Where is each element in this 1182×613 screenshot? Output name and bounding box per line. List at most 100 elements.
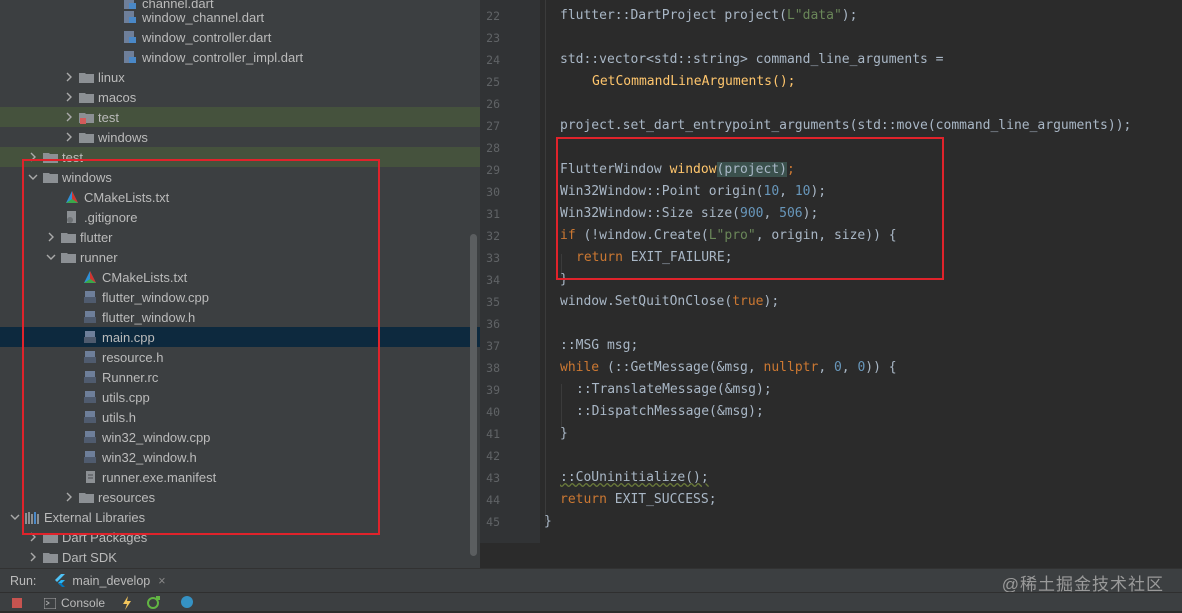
tree-item-flutter-window-cpp[interactable]: flutter_window.cpp bbox=[0, 287, 480, 307]
code-line-43: ::CoUninitialize(); bbox=[560, 470, 709, 485]
chevron-down-icon[interactable] bbox=[46, 252, 56, 262]
line-number: 41 bbox=[486, 427, 500, 441]
tree-item-label: window_controller.dart bbox=[142, 29, 272, 45]
folder-icon bbox=[78, 69, 94, 85]
tree-item-label: linux bbox=[98, 69, 125, 85]
line-number: 35 bbox=[486, 295, 500, 309]
tree-item-dart-sdk[interactable]: Dart SDK bbox=[0, 547, 480, 567]
chevron-right-icon[interactable] bbox=[28, 552, 38, 562]
line-number: 30 bbox=[486, 185, 500, 199]
chevron-right-icon[interactable] bbox=[46, 232, 56, 242]
code-line-25: GetCommandLineArguments(); bbox=[592, 74, 796, 89]
chevron-right-icon[interactable] bbox=[28, 532, 38, 542]
tree-item-window-controller-dart[interactable]: window_controller.dart bbox=[0, 27, 480, 47]
tree-item-label: test bbox=[98, 109, 119, 125]
chevron-right-icon[interactable] bbox=[28, 152, 38, 162]
chevron-right-icon[interactable] bbox=[64, 72, 74, 82]
tree-item-linux[interactable]: linux bbox=[0, 67, 480, 87]
code-line-39: ::TranslateMessage(&msg); bbox=[576, 382, 772, 397]
hot-restart-icon[interactable] bbox=[146, 596, 160, 613]
tree-item-cmakelists[interactable]: CMakeLists.txt bbox=[0, 187, 480, 207]
libraries-icon bbox=[24, 509, 40, 525]
chevron-down-icon[interactable] bbox=[10, 512, 20, 522]
code-line-24: std::vector<std::string> command_line_ar… bbox=[560, 52, 944, 67]
line-number: 27 bbox=[486, 119, 500, 133]
code-line-41: } bbox=[560, 426, 568, 441]
code-line-38: while (::GetMessage(&msg, nullptr, 0, 0)… bbox=[560, 360, 897, 375]
chevron-right-icon[interactable] bbox=[64, 112, 74, 122]
tree-item-label: runner bbox=[80, 249, 118, 265]
tree-item-dart-packages[interactable]: Dart Packages bbox=[0, 527, 480, 547]
run-tab-label: main_develop bbox=[72, 573, 151, 588]
gitignore-icon bbox=[64, 209, 80, 225]
devtools-icon[interactable] bbox=[180, 595, 194, 612]
tree-item-macos[interactable]: macos bbox=[0, 87, 480, 107]
cmake-icon bbox=[82, 269, 98, 285]
line-number: 26 bbox=[486, 97, 500, 111]
tree-item-label: win32_window.cpp bbox=[102, 429, 211, 445]
run-tab-main-develop[interactable]: main_develop × bbox=[54, 573, 166, 588]
tree-item-flutter-window-h[interactable]: flutter_window.h bbox=[0, 307, 480, 327]
tree-item-utils-cpp[interactable]: utils.cpp bbox=[0, 387, 480, 407]
tree-item-utils-h[interactable]: utils.h bbox=[0, 407, 480, 427]
dart-file-icon bbox=[122, 29, 138, 45]
tree-item-windows[interactable]: windows bbox=[0, 167, 480, 187]
run-toolbar: Console bbox=[0, 592, 1182, 611]
tree-item-resources[interactable]: resources bbox=[0, 487, 480, 507]
folder-icon bbox=[78, 489, 94, 505]
tree-item-windows-nested[interactable]: windows bbox=[0, 127, 480, 147]
header-file-icon bbox=[82, 349, 98, 365]
tree-scrollbar[interactable] bbox=[470, 234, 477, 556]
tree-item-main-cpp[interactable]: main.cpp bbox=[0, 327, 480, 347]
tree-item-runner-rc[interactable]: Runner.rc bbox=[0, 367, 480, 387]
tree-item-label: Runner.rc bbox=[102, 369, 159, 385]
cpp-file-icon bbox=[82, 329, 98, 345]
tree-item-runner-exe-manifest[interactable]: runner.exe.manifest bbox=[0, 467, 480, 487]
chevron-right-icon[interactable] bbox=[64, 92, 74, 102]
tree-item-label: window_channel.dart bbox=[142, 9, 265, 25]
line-number: 22 bbox=[486, 9, 500, 23]
tree-item-win32-window-cpp[interactable]: win32_window.cpp bbox=[0, 427, 480, 447]
tree-item-test-root[interactable]: test bbox=[0, 147, 480, 167]
header-file-icon bbox=[82, 449, 98, 465]
flutter-icon bbox=[54, 574, 66, 587]
line-number: 38 bbox=[486, 361, 500, 375]
code-line-44: return EXIT_SUCCESS; bbox=[560, 492, 717, 507]
tree-item-label: resource.h bbox=[102, 349, 164, 365]
code-line-33: return EXIT_FAILURE; bbox=[576, 250, 733, 265]
cpp-file-icon bbox=[82, 289, 98, 305]
code-line-30: Win32Window::Point origin(10, 10); bbox=[560, 184, 827, 199]
tree-item-win32-window-h[interactable]: win32_window.h bbox=[0, 447, 480, 467]
tree-item-external-libraries[interactable]: External Libraries bbox=[0, 507, 480, 527]
tree-item-test[interactable]: test bbox=[0, 107, 480, 127]
chevron-down-icon[interactable] bbox=[28, 172, 38, 182]
rc-file-icon bbox=[82, 369, 98, 385]
stop-icon[interactable] bbox=[12, 598, 22, 608]
line-number: 34 bbox=[486, 273, 500, 287]
indent-guide bbox=[545, 0, 546, 522]
console-tab-label: Console bbox=[61, 596, 106, 610]
console-tab[interactable]: Console bbox=[44, 596, 105, 610]
line-number: 40 bbox=[486, 405, 500, 419]
tree-item-window-channel-dart[interactable]: window_channel.dart bbox=[0, 7, 480, 27]
folder-icon bbox=[42, 549, 58, 565]
tree-item-window-controller-impl-dart[interactable]: window_controller_impl.dart bbox=[0, 47, 480, 67]
tree-item-label: utils.h bbox=[102, 409, 136, 425]
hot-reload-icon[interactable] bbox=[122, 596, 132, 613]
code-line-35: window.SetQuitOnClose(true); bbox=[560, 294, 780, 309]
tree-item-label: flutter_window.h bbox=[102, 309, 196, 325]
tree-item-gitignore[interactable]: .gitignore bbox=[0, 207, 480, 227]
tree-item-flutter[interactable]: flutter bbox=[0, 227, 480, 247]
line-number: 29 bbox=[486, 163, 500, 177]
code-line-37: ::MSG msg; bbox=[560, 338, 639, 353]
line-number: 32 bbox=[486, 229, 500, 243]
tree-item-label: .gitignore bbox=[84, 209, 138, 225]
line-number: 23 bbox=[486, 31, 500, 45]
tree-item-label: Dart Packages bbox=[62, 529, 148, 545]
close-tab-icon[interactable]: × bbox=[158, 574, 165, 588]
chevron-right-icon[interactable] bbox=[64, 492, 74, 502]
tree-item-runner[interactable]: runner bbox=[0, 247, 480, 267]
chevron-right-icon[interactable] bbox=[64, 132, 74, 142]
tree-item-runner-cmakelists[interactable]: CMakeLists.txt bbox=[0, 267, 480, 287]
tree-item-resource-h[interactable]: resource.h bbox=[0, 347, 480, 367]
